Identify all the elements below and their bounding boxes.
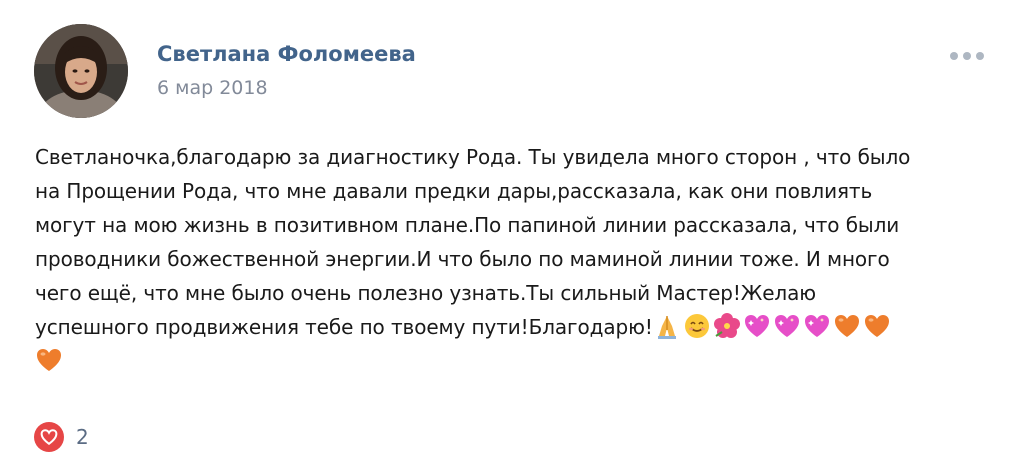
dot-icon	[976, 52, 984, 60]
post-text-line-emoji	[35, 344, 995, 378]
dot-icon	[950, 52, 958, 60]
post-text-line: успешного продвижения тебе по твоему пут…	[35, 315, 653, 339]
heart-icon-glyph	[40, 429, 58, 445]
orange-heart-icon	[37, 349, 61, 371]
sparkling-heart-icon	[744, 315, 769, 337]
sparkling-heart-icon	[774, 315, 799, 337]
post-text-line: Светланочка,благодарю за диагностику Род…	[35, 145, 911, 169]
heart-icon	[34, 422, 64, 452]
post-text-line-last: успешного продвижения тебе по твоему пут…	[35, 310, 995, 344]
post-text-line: проводники божественной энергии.И что бы…	[35, 247, 890, 271]
avatar-photo	[34, 24, 128, 118]
post-card: Светлана Фоломеева 6 мар 2018 Светланочк…	[0, 0, 1024, 466]
hibiscus-icon	[713, 313, 740, 338]
more-options-button[interactable]	[950, 46, 984, 66]
folded-hands-icon	[657, 316, 676, 339]
orange-heart-icon	[864, 315, 889, 337]
like-button[interactable]: 2	[34, 422, 89, 452]
avatar[interactable]	[34, 24, 128, 118]
post-text-line: чего ещё, что мне было очень полезно узн…	[35, 281, 817, 305]
sparkling-heart-icon	[804, 315, 829, 337]
post-text: Светланочка,благодарю за диагностику Род…	[35, 140, 995, 378]
smiling-face-icon	[684, 314, 709, 338]
post-text-line: могут на мою жизнь в позитивном плане.По…	[35, 213, 900, 237]
post-date[interactable]: 6 мар 2018	[157, 77, 268, 99]
like-count: 2	[76, 425, 89, 449]
post-text-line: на Прощении Рода, что мне давали предки …	[35, 179, 873, 203]
author-name[interactable]: Светлана Фоломеева	[157, 42, 416, 66]
orange-heart-icon	[834, 315, 859, 337]
dot-icon	[963, 52, 971, 60]
